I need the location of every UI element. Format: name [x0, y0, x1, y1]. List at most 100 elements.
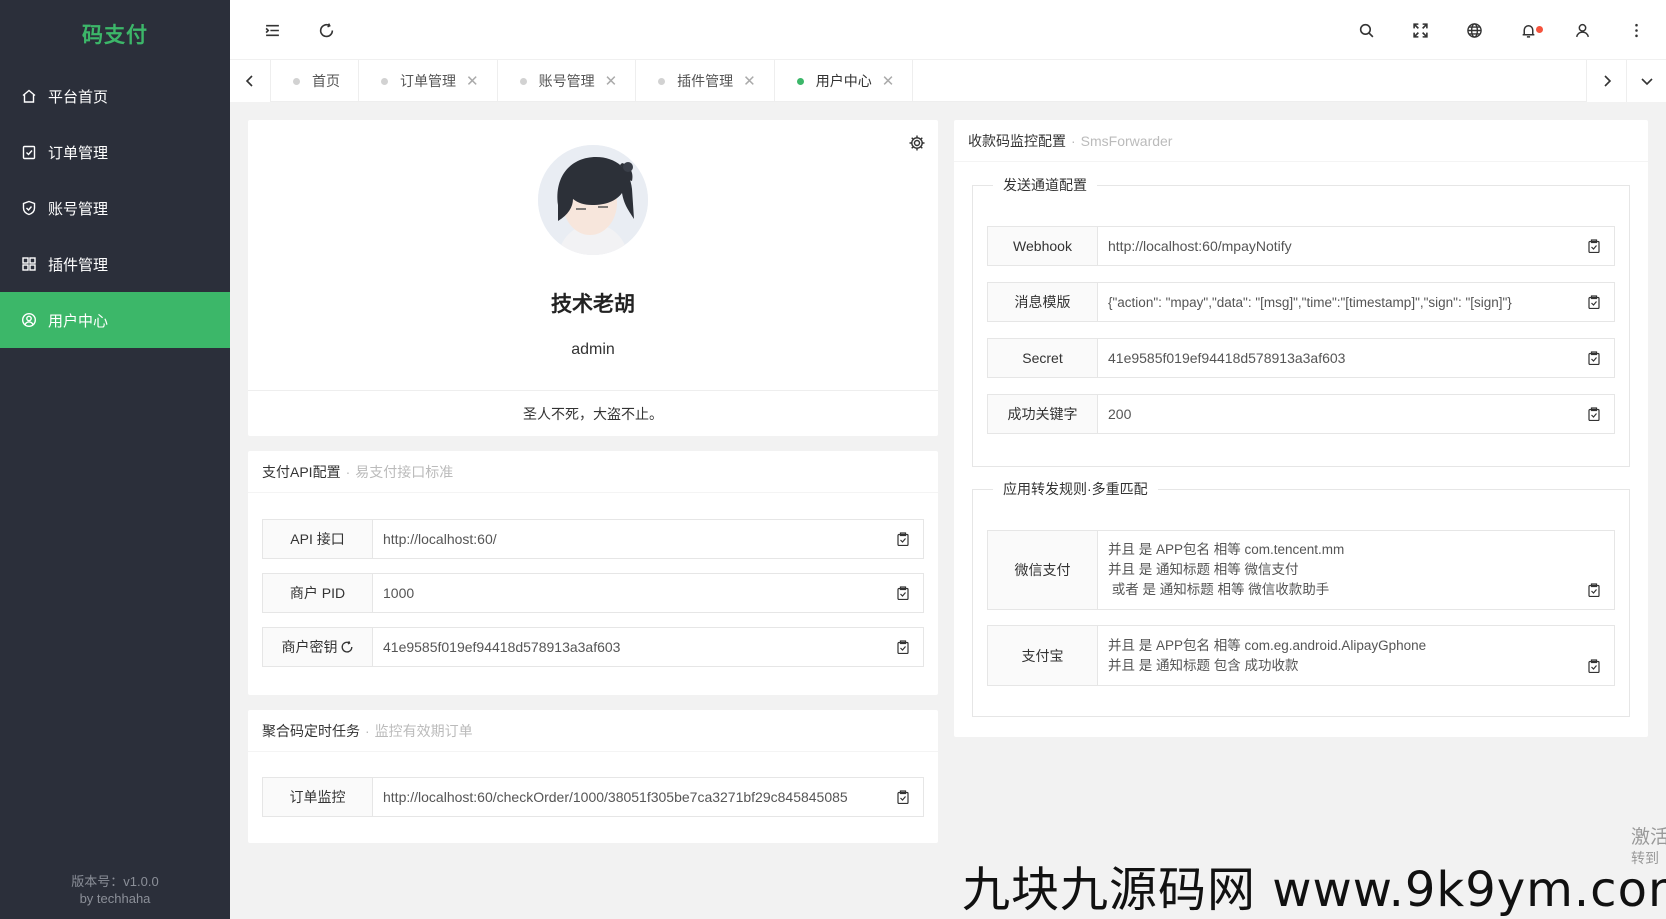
refresh-button[interactable] — [299, 0, 353, 60]
copy-button[interactable] — [1574, 626, 1614, 685]
tab-status-dot — [519, 77, 527, 85]
copy-button[interactable] — [883, 628, 923, 666]
tab-label: 账号管理 — [538, 73, 595, 89]
refresh-icon — [319, 22, 333, 37]
api-endpoint-row: API 接口 http://localhost:60/ — [262, 519, 924, 559]
copy-button[interactable] — [1574, 283, 1614, 321]
merchant-pid-row: 商户 PID 1000 — [262, 573, 924, 613]
user-button[interactable] — [1555, 0, 1609, 60]
secret-row: Secret 41e9585f019ef94418d578913a3af603 — [987, 338, 1615, 378]
close-icon[interactable]: ✕ — [882, 74, 895, 89]
tab-label: 用户中心 — [815, 73, 872, 89]
webhook-row: Webhook http://localhost:60/mpayNotify — [987, 226, 1615, 266]
app-logo[interactable]: 码支付 — [0, 0, 230, 68]
card-subtitle: 易支付接口标准 — [355, 463, 454, 480]
grid-icon — [22, 257, 36, 271]
api-endpoint-value[interactable]: http://localhost:60/ — [373, 520, 883, 558]
close-icon[interactable]: ✕ — [743, 74, 756, 89]
search-button[interactable] — [1339, 0, 1393, 60]
section-legend: 应用转发规则·多重匹配 — [993, 479, 1158, 499]
tab-plugins[interactable]: 插件管理 ✕ — [636, 60, 775, 102]
card-subtitle: 监控有效期订单 — [374, 722, 473, 739]
field-label: 商户 PID — [263, 574, 373, 612]
sidebar-item-user-center[interactable]: 用户中心 — [0, 292, 230, 348]
menu-toggle-button[interactable] — [245, 0, 299, 60]
notification-button[interactable] — [1501, 0, 1555, 60]
refresh-icon[interactable] — [340, 640, 354, 654]
card-title: 支付API配置 — [262, 463, 341, 480]
tab-label: 订单管理 — [400, 73, 456, 89]
fullscreen-button[interactable] — [1393, 0, 1447, 60]
order-monitor-value[interactable]: http://localhost:60/checkOrder/1000/3805… — [373, 778, 883, 816]
copy-button[interactable] — [883, 778, 923, 816]
webhook-value[interactable]: http://localhost:60/mpayNotify — [1098, 227, 1574, 265]
user-icon — [1575, 23, 1589, 37]
copy-button[interactable] — [1574, 531, 1614, 609]
alipay-rule-row: 支付宝 并且 是 APP包名 相等 com.eg.android.AlipayG… — [987, 625, 1615, 686]
sidebar-item-plugins[interactable]: 插件管理 — [0, 236, 230, 292]
tab-home[interactable]: 首页 — [271, 60, 359, 102]
search-icon — [1359, 23, 1373, 37]
tab-accounts[interactable]: 账号管理 ✕ — [498, 60, 637, 102]
copy-button[interactable] — [1574, 339, 1614, 377]
copy-button[interactable] — [1574, 227, 1614, 265]
settings-button[interactable] — [908, 134, 926, 152]
clipboard-icon — [1588, 351, 1600, 365]
sidebar-item-label: 订单管理 — [48, 144, 109, 162]
tab-status-dot — [796, 77, 804, 85]
copy-button[interactable] — [883, 574, 923, 612]
author-text: by techhaha — [79, 891, 151, 906]
profile-username: admin — [571, 341, 615, 358]
message-template-value[interactable]: {"action": "mpay","data": "[msg]","time"… — [1098, 283, 1574, 321]
success-keyword-value[interactable]: 200 — [1098, 395, 1574, 433]
sidebar-item-label: 用户中心 — [48, 312, 109, 330]
clipboard-icon — [897, 790, 909, 804]
sidebar-item-orders[interactable]: 订单管理 — [0, 124, 230, 180]
chevron-left-icon — [245, 75, 253, 87]
order-monitor-row: 订单监控 http://localhost:60/checkOrder/1000… — [262, 777, 924, 817]
sidebar-item-home[interactable]: 平台首页 — [0, 68, 230, 124]
copy-button[interactable] — [883, 520, 923, 558]
sidebar: 码支付 平台首页 订单管理 账号管理 插件管理 用户中心 版本号：v1.0.0 … — [0, 0, 230, 919]
wechat-rule-value[interactable]: 并且 是 APP包名 相等 com.tencent.mm 并且 是 通知标题 相… — [1098, 531, 1574, 609]
api-config-card: 支付API配置 · 易支付接口标准 API 接口 http://localhos… — [248, 451, 938, 695]
gear-icon — [909, 135, 925, 151]
field-label: 成功关键字 — [988, 395, 1098, 433]
rule-line: 并且 是 APP包名 相等 com.tencent.mm — [1108, 542, 1345, 557]
tab-orders[interactable]: 订单管理 ✕ — [359, 60, 498, 102]
merchant-key-value[interactable]: 41e9585f019ef94418d578913a3af603 — [373, 628, 883, 666]
secret-value[interactable]: 41e9585f019ef94418d578913a3af603 — [1098, 339, 1574, 377]
alipay-rule-value[interactable]: 并且 是 APP包名 相等 com.eg.android.AlipayGphon… — [1098, 626, 1574, 685]
language-button[interactable] — [1447, 0, 1501, 60]
forward-rules-section: 应用转发规则·多重匹配 微信支付 并且 是 APP包名 相等 com.tence… — [972, 479, 1630, 717]
card-title: 聚合码定时任务 — [262, 722, 360, 739]
copy-button[interactable] — [1574, 395, 1614, 433]
rule-line: 并且 是 APP包名 相等 com.eg.android.AlipayGphon… — [1108, 637, 1427, 653]
close-icon[interactable]: ✕ — [605, 74, 618, 89]
tabs-dropdown-button[interactable] — [1626, 60, 1666, 102]
field-label: 消息模版 — [988, 283, 1098, 321]
tabs-prev-button[interactable] — [230, 60, 270, 102]
success-keyword-row: 成功关键字 200 — [987, 394, 1615, 434]
merchant-key-row: 商户密钥 41e9585f019ef94418d578913a3af603 — [262, 627, 924, 667]
tabs-next-button[interactable] — [1586, 60, 1626, 102]
field-label: Secret — [988, 339, 1098, 377]
tab-label: 首页 — [312, 73, 340, 89]
profile-card: 技术老胡 admin 圣人不死，大盗不止。 — [248, 120, 938, 436]
fullscreen-icon — [1412, 22, 1428, 38]
clipboard-icon — [1588, 295, 1600, 309]
tab-status-dot — [381, 77, 388, 85]
send-channel-section: 发送通道配置 Webhook http://localhost:60/mpayN… — [972, 175, 1630, 467]
tab-list: 首页 订单管理 ✕ 账号管理 ✕ 插件管理 ✕ 用户中心 ✕ — [270, 60, 914, 102]
tab-label: 插件管理 — [677, 73, 734, 89]
tab-user-center[interactable]: 用户中心 ✕ — [775, 60, 914, 102]
more-button[interactable] — [1609, 0, 1663, 60]
merchant-pid-value[interactable]: 1000 — [373, 574, 883, 612]
tab-status-dot — [293, 77, 300, 85]
card-header: 支付API配置 · 易支付接口标准 — [248, 451, 938, 493]
tab-status-dot — [658, 77, 666, 85]
section-legend: 发送通道配置 — [993, 175, 1097, 195]
close-icon[interactable]: ✕ — [466, 74, 479, 89]
sidebar-item-accounts[interactable]: 账号管理 — [0, 180, 230, 236]
sidebar-item-label: 插件管理 — [48, 256, 109, 274]
